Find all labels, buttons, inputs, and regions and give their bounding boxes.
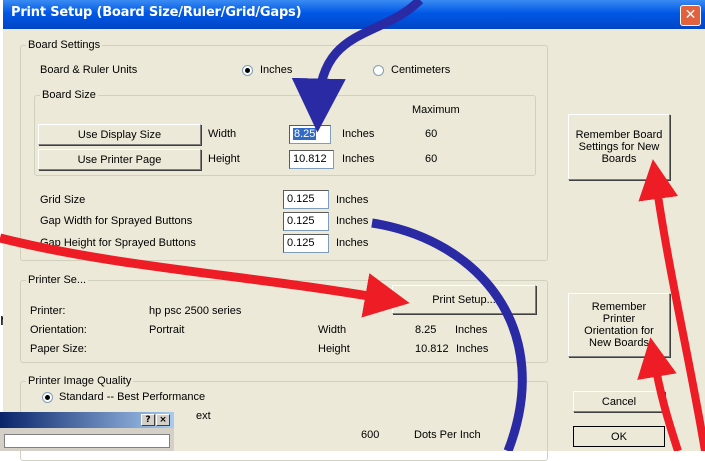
- gap-height-unit: Inches: [336, 237, 369, 249]
- window-title: Print Setup (Board Size/Ruler/Grid/Gaps): [11, 5, 302, 20]
- use-display-size-button[interactable]: Use Display Size: [38, 124, 201, 145]
- image-quality-legend: Printer Image Quality: [26, 375, 134, 387]
- printer-settings-legend: Printer Se...: [26, 274, 89, 286]
- remember-board-settings-button[interactable]: Remember Board Settings for New Boards: [568, 114, 670, 180]
- units-label: Board & Ruler Units: [40, 64, 138, 76]
- printer-label: Printer:: [30, 305, 66, 317]
- width-value: 8.25: [293, 128, 317, 140]
- remember-printer-orientation-button[interactable]: Remember Printer Orientation for New Boa…: [568, 293, 670, 357]
- gap-width-label: Gap Width for Sprayed Buttons: [40, 215, 193, 227]
- board-size-legend: Board Size: [40, 89, 98, 101]
- printer-value: hp psc 2500 series: [149, 305, 242, 317]
- width-max: 60: [425, 128, 438, 140]
- mini-title-bar: ? ×: [0, 412, 174, 428]
- units-option-centimeters[interactable]: Centimeters: [391, 64, 450, 76]
- printer-width-unit: Inches: [455, 324, 488, 336]
- cancel-button[interactable]: Cancel: [573, 391, 665, 412]
- height-field[interactable]: 10.812: [289, 150, 334, 169]
- gap-width-unit: Inches: [336, 215, 369, 227]
- orientation-label: Orientation:: [30, 324, 87, 336]
- grid-size-field[interactable]: 0.125: [283, 190, 329, 209]
- board-settings-legend: Board Settings: [26, 39, 103, 51]
- print-setup-dialog: Print Setup (Board Size/Ruler/Grid/Gaps)…: [3, 0, 705, 461]
- partial-text: ext: [196, 410, 211, 422]
- gap-height-label: Gap Height for Sprayed Buttons: [40, 237, 196, 249]
- printer-height-value: 10.812: [415, 343, 449, 355]
- height-unit: Inches: [342, 153, 375, 165]
- printer-height-unit: Inches: [456, 343, 489, 355]
- dpi-unit: Dots Per Inch: [414, 429, 481, 441]
- grid-size-label: Grid Size: [40, 194, 86, 206]
- width-unit: Inches: [342, 128, 375, 140]
- printer-height-label: Height: [318, 343, 350, 355]
- radio-selected-icon[interactable]: [42, 392, 53, 403]
- print-setup-button[interactable]: Print Setup...: [392, 285, 536, 314]
- standard-option[interactable]: Standard -- Best Performance: [59, 391, 205, 403]
- background-mini-window: ? ×: [0, 412, 174, 451]
- printer-width-label: Width: [318, 324, 347, 336]
- gap-width-field[interactable]: 0.125: [283, 212, 329, 231]
- orientation-value: Portrait: [149, 324, 185, 336]
- width-label: Width: [208, 128, 237, 140]
- grid-size-unit: Inches: [336, 194, 369, 206]
- units-option-inches[interactable]: Inches: [260, 64, 292, 76]
- height-label: Height: [208, 153, 240, 165]
- help-icon[interactable]: ?: [141, 414, 155, 426]
- title-bar: Print Setup (Board Size/Ruler/Grid/Gaps)…: [3, 0, 705, 29]
- use-printer-page-button[interactable]: Use Printer Page: [38, 149, 201, 170]
- paper-size-label: Paper Size:: [30, 343, 87, 355]
- printer-width-value: 8.25: [415, 324, 437, 336]
- gap-height-field[interactable]: 0.125: [283, 234, 329, 253]
- ok-button[interactable]: OK: [573, 426, 665, 447]
- close-icon[interactable]: ×: [156, 414, 170, 426]
- dpi-value: 600: [361, 429, 380, 441]
- close-icon[interactable]: ✕: [680, 5, 701, 26]
- radio-selected-icon[interactable]: [242, 65, 253, 76]
- width-field[interactable]: 8.25: [289, 125, 331, 144]
- height-max: 60: [425, 153, 438, 165]
- maximum-header: Maximum: [412, 104, 460, 116]
- radio-unselected-icon[interactable]: [373, 65, 384, 76]
- mini-input: [4, 434, 170, 448]
